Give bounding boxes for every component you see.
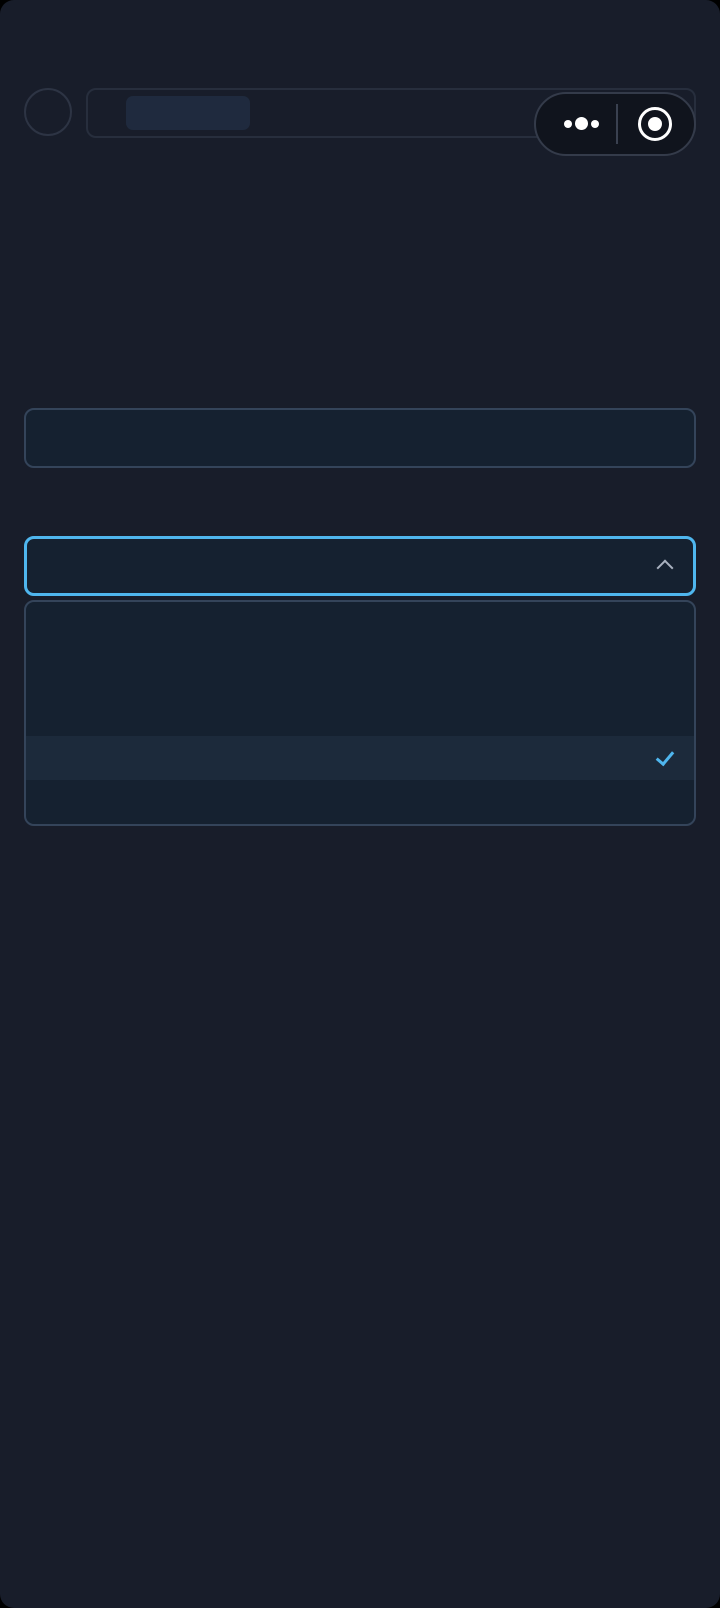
capsule-divider (616, 104, 618, 144)
more-button[interactable] (544, 102, 612, 146)
chevron-up-icon (656, 559, 674, 577)
mini-program-capsule (534, 92, 696, 156)
dropdown-option-selected[interactable] (26, 736, 694, 780)
dropdown-option[interactable] (26, 654, 694, 698)
avatar[interactable] (24, 88, 72, 136)
close-miniprogram-button[interactable] (624, 102, 688, 146)
more-dots-icon (564, 120, 572, 128)
check-icon (655, 746, 675, 767)
text-input[interactable] (24, 408, 696, 468)
dropdown-option[interactable] (26, 782, 694, 824)
select-dropdown[interactable] (24, 536, 696, 596)
dropdown-option[interactable] (26, 608, 694, 652)
dropdown-list (24, 600, 696, 826)
app-screen (0, 0, 720, 1608)
nav-title-placeholder (126, 96, 250, 130)
